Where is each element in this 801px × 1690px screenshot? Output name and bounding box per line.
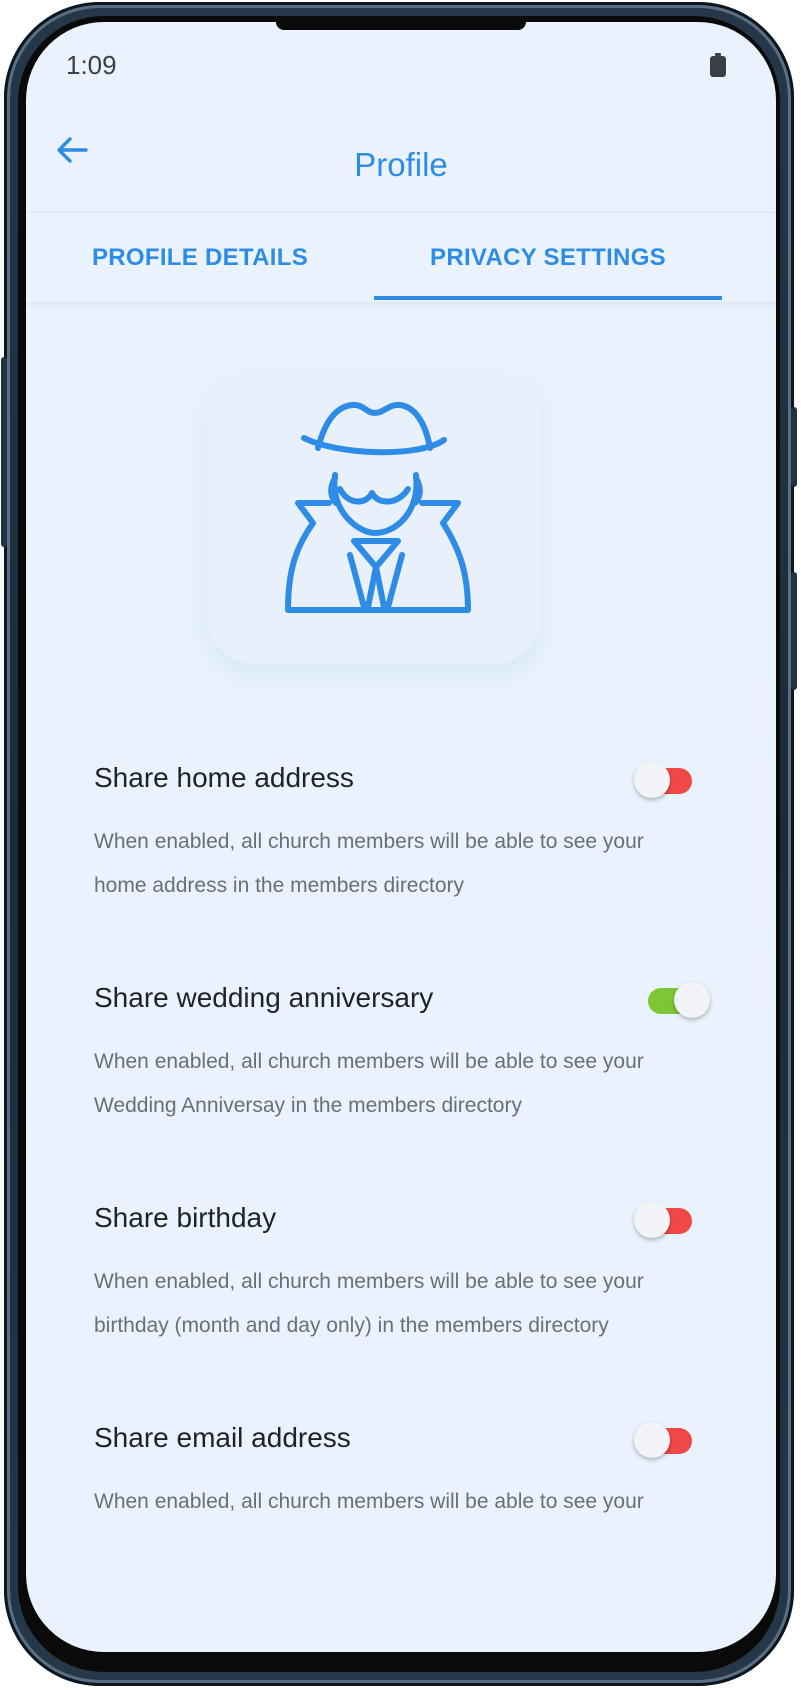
tab-bar: PROFILE DETAILS PRIVACY SETTINGS (26, 212, 776, 302)
power-button (791, 407, 797, 487)
setting-description: When enabled, all church members will be… (94, 1050, 644, 1117)
setting-description: When enabled, all church members will be… (94, 1270, 644, 1337)
setting-title: Share home address (94, 762, 354, 793)
status-time: 1:09 (66, 50, 117, 80)
tab-profile-details[interactable]: PROFILE DETAILS (26, 212, 374, 302)
setting-title: Share email address (94, 1422, 351, 1453)
tab-indicator (374, 296, 722, 300)
email-address-toggle[interactable] (634, 1420, 694, 1460)
page-title: Profile (354, 146, 448, 183)
privacy-hero-card (208, 367, 540, 664)
side-button (791, 572, 797, 690)
status-bar: 1:09 (26, 22, 776, 102)
wedding-anniversary-toggle[interactable] (648, 980, 710, 1020)
incognito-spy-icon (285, 401, 471, 613)
setting-description: When enabled, all church members will be… (94, 1490, 644, 1513)
battery-icon (710, 53, 726, 77)
home-address-toggle[interactable] (634, 760, 694, 800)
app-screen: 1:09 Profile PROFILE DETAILS PRIVACY SET… (26, 22, 776, 1652)
phone-frame: 1:09 Profile PROFILE DETAILS PRIVACY SET… (1, 2, 797, 1686)
app-bar: Profile (26, 102, 776, 213)
tab-privacy-settings[interactable]: PRIVACY SETTINGS (374, 212, 722, 302)
setting-title: Share birthday (94, 1202, 277, 1233)
setting-description: When enabled, all church members will be… (94, 830, 644, 897)
birthday-toggle[interactable] (634, 1200, 694, 1240)
setting-title: Share wedding anniversary (94, 982, 434, 1013)
volume-button (1, 357, 7, 547)
